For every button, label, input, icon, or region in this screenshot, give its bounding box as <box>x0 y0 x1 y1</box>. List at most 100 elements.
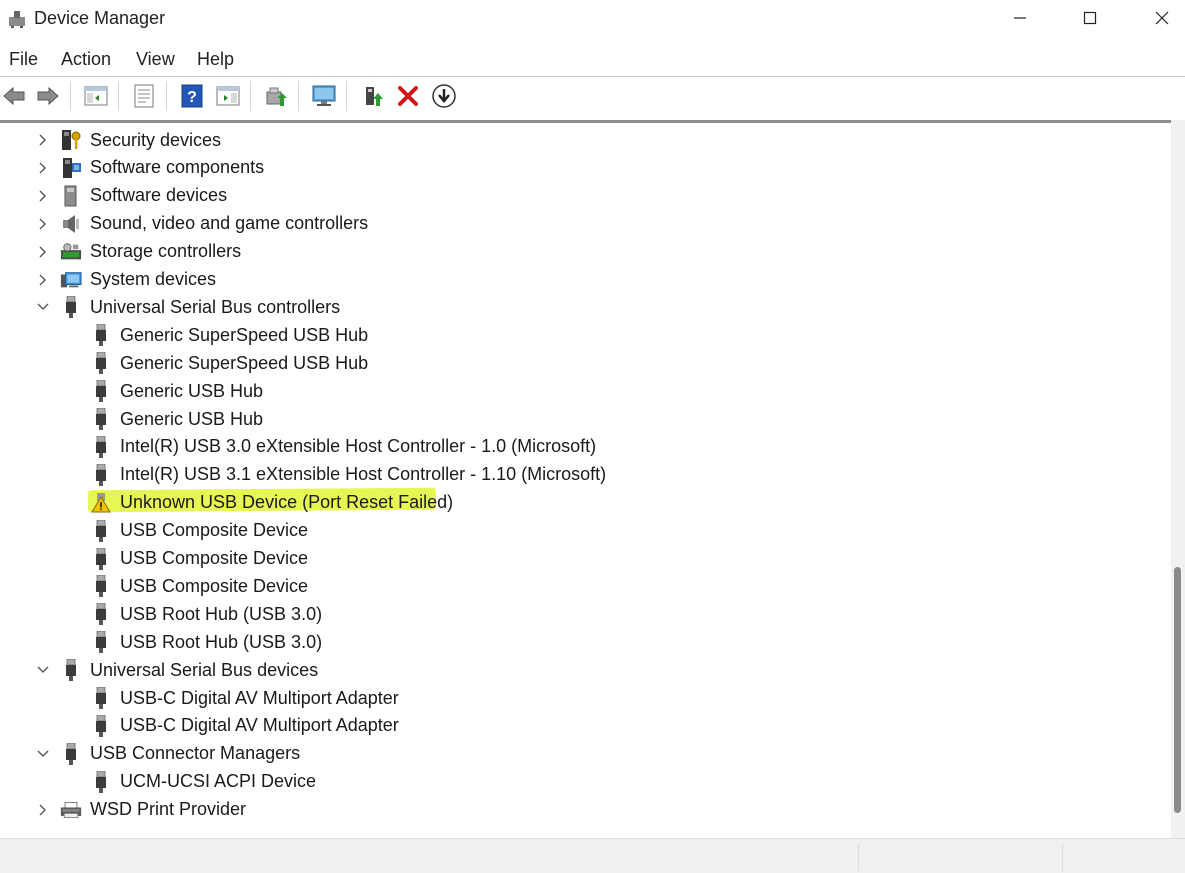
tree-item-label: Software devices <box>90 185 228 206</box>
tree-category[interactable]: Universal Serial Bus controllers <box>60 293 340 321</box>
chevron-right-icon[interactable] <box>36 273 50 287</box>
status-bar <box>0 838 1185 873</box>
tree-device-item[interactable]: USB Root Hub (USB 3.0) <box>90 628 322 656</box>
tree-device-item[interactable]: USB Root Hub (USB 3.0) <box>90 600 322 628</box>
usb-icon <box>90 575 112 598</box>
tree-item-label: Intel(R) USB 3.1 eXtensible Host Control… <box>120 464 607 485</box>
tree-item-label: Generic SuperSpeed USB Hub <box>120 324 369 345</box>
menu-action[interactable]: Action <box>61 49 111 70</box>
tree-category[interactable]: Software components <box>60 154 264 182</box>
svg-text:?: ? <box>187 89 197 106</box>
close-button[interactable] <box>1139 0 1185 36</box>
storage-controller-icon <box>60 241 82 263</box>
tree-item-label: System devices <box>90 269 217 289</box>
device-manager-icon <box>7 9 27 29</box>
chevron-right-icon[interactable] <box>36 189 50 203</box>
menu-view[interactable]: View <box>136 49 175 70</box>
usb-icon <box>90 547 112 570</box>
tree-category[interactable]: WSD Print Provider <box>60 796 246 824</box>
tree-device-item[interactable]: USB Composite Device <box>90 545 308 573</box>
tree-item-label: USB Root Hub (USB 3.0) <box>120 603 323 624</box>
printer-icon <box>60 799 82 821</box>
menu-file[interactable]: File <box>9 49 38 70</box>
vertical-scrollbar[interactable] <box>1171 120 1185 838</box>
tree-item-label: Universal Serial Bus devices <box>90 659 319 680</box>
tree-device-item[interactable]: Intel(R) USB 3.0 eXtensible Host Control… <box>90 433 596 461</box>
tree-device-item[interactable]: USB-C Digital AV Multiport Adapter <box>90 712 399 740</box>
enable-device-icon[interactable] <box>360 82 388 110</box>
warning-icon <box>90 492 112 514</box>
usb-icon <box>90 687 112 709</box>
tree-device-item[interactable]: Generic USB Hub <box>90 377 263 405</box>
system-devices-icon <box>60 269 82 291</box>
usb-icon <box>90 324 112 347</box>
usb-icon <box>90 631 112 654</box>
menu-bar: File Action View Help <box>0 45 1185 75</box>
show-hide-console-tree-icon[interactable] <box>82 82 110 110</box>
tree-device-item[interactable]: USB Composite Device <box>90 572 308 600</box>
tree-item-label: Storage controllers <box>90 241 242 262</box>
tree-item-label: WSD Print Provider <box>90 799 247 820</box>
tree-category[interactable]: System devices <box>60 266 216 294</box>
action-pane-icon[interactable] <box>214 82 242 110</box>
usb-icon <box>90 435 112 458</box>
tree-category[interactable]: Security devices <box>60 126 221 154</box>
help-icon[interactable]: ? <box>178 82 206 110</box>
download-icon[interactable] <box>430 82 458 110</box>
back-icon[interactable] <box>0 82 28 110</box>
usb-icon <box>60 742 82 765</box>
scrollbar-thumb[interactable] <box>1174 567 1181 813</box>
uninstall-device-icon[interactable] <box>394 82 422 110</box>
chevron-right-icon[interactable] <box>36 217 50 231</box>
tree-item-label: Universal Serial Bus controllers <box>90 296 341 317</box>
speaker-icon <box>60 213 82 235</box>
tree-item-label: Generic SuperSpeed USB Hub <box>120 352 369 373</box>
chevron-down-icon[interactable] <box>36 663 50 677</box>
usb-icon <box>90 603 112 626</box>
usb-icon <box>90 380 112 403</box>
usb-icon <box>90 770 112 793</box>
usb-icon <box>90 714 112 737</box>
usb-icon <box>60 296 82 319</box>
tree-device-item[interactable]: Generic SuperSpeed USB Hub <box>90 321 368 349</box>
tree-category[interactable]: Universal Serial Bus devices <box>60 656 318 684</box>
usb-icon <box>90 352 112 375</box>
tree-item-label: USB Composite Device <box>120 520 309 541</box>
tree-category[interactable]: USB Connector Managers <box>60 740 300 768</box>
security-device-icon <box>60 129 82 151</box>
window-title: Device Manager <box>34 8 166 28</box>
tree-category[interactable]: Sound, video and game controllers <box>60 210 368 238</box>
tree-item-label: Generic USB Hub <box>120 408 264 429</box>
tree-device-item[interactable]: Intel(R) USB 3.1 eXtensible Host Control… <box>90 461 606 489</box>
tree-device-item[interactable]: Unknown USB Device (Port Reset Failed) <box>86 489 459 517</box>
tree-device-item[interactable]: Generic USB Hub <box>90 405 263 433</box>
maximize-button[interactable] <box>1067 0 1113 36</box>
properties-icon[interactable] <box>130 82 158 110</box>
tree-device-item[interactable]: USB Composite Device <box>90 517 308 545</box>
tree-item-label: UCM-UCSI ACPI Device <box>120 771 317 792</box>
tree-device-item[interactable]: UCM-UCSI ACPI Device <box>90 768 316 796</box>
usb-icon <box>60 659 82 682</box>
chevron-down-icon[interactable] <box>36 300 50 314</box>
usb-icon <box>90 408 112 430</box>
toolbar: ? <box>0 76 1185 115</box>
chevron-right-icon[interactable] <box>36 133 50 147</box>
tree-device-item[interactable]: USB-C Digital AV Multiport Adapter <box>90 684 399 712</box>
update-driver-icon[interactable] <box>262 82 290 110</box>
minimize-button[interactable] <box>997 0 1043 36</box>
chevron-right-icon[interactable] <box>36 161 50 175</box>
software-devices-icon <box>60 185 82 207</box>
menu-help[interactable]: Help <box>197 49 234 70</box>
tree-device-item[interactable]: Generic SuperSpeed USB Hub <box>90 349 368 377</box>
chevron-right-icon[interactable] <box>36 245 50 259</box>
scan-hardware-icon[interactable] <box>310 82 338 110</box>
tree-category[interactable]: Software devices <box>60 182 227 210</box>
tree-item-label: USB-C Digital AV Multiport Adapter <box>120 715 399 736</box>
tree-item-label: USB-C Digital AV Multiport Adapter <box>120 687 399 708</box>
tree-item-label: Generic USB Hub <box>120 380 264 401</box>
chevron-down-icon[interactable] <box>36 747 50 761</box>
tree-category[interactable]: Storage controllers <box>60 238 241 266</box>
forward-icon[interactable] <box>34 82 62 110</box>
chevron-right-icon[interactable] <box>36 803 50 817</box>
title-bar: Device Manager <box>0 0 1185 40</box>
